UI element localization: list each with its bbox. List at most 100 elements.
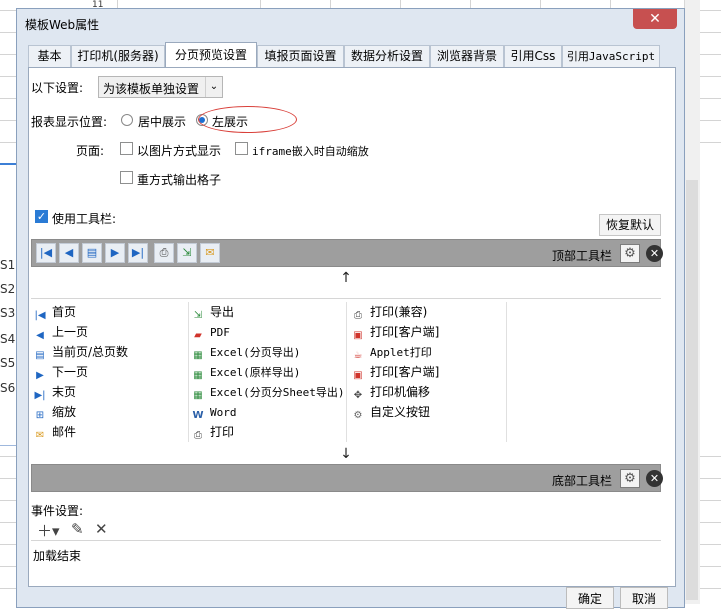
tab-paging-preview[interactable]: 分页预览设置 (165, 42, 257, 68)
first-page-icon: |◀ (34, 310, 46, 321)
list-item[interactable]: ⇲ 导出 (189, 302, 347, 322)
list-item[interactable]: ⎙ 打印 (189, 422, 347, 442)
page-count-icon[interactable]: ▤ (82, 243, 102, 263)
iframe-autoscale-checkbox[interactable] (235, 142, 248, 155)
excel-icon: ▦ (193, 390, 203, 401)
list-item[interactable]: ▤ 当前页/总页数 (31, 342, 189, 362)
events-label: 事件设置: (31, 504, 84, 518)
excel-icon: ▦ (193, 370, 203, 381)
list-item[interactable]: ▶ 下一页 (31, 362, 189, 382)
use-toolbar-checkbox[interactable]: ✓ (35, 210, 48, 223)
print-client-icon: ▣ (353, 370, 363, 381)
use-toolbar-label: 使用工具栏: (52, 212, 117, 226)
gear-icon: ⚙ (353, 410, 363, 421)
row-label: S3 (0, 306, 16, 320)
last-page-icon: ▶| (34, 390, 46, 401)
dialog-title: 模板Web属性 (25, 18, 100, 32)
close-icon[interactable]: ✕ (646, 245, 663, 262)
radio-center[interactable] (121, 114, 133, 126)
tab-data-analysis[interactable]: 数据分析设置 (344, 45, 430, 68)
applet-icon: ☕ (353, 350, 363, 361)
list-item[interactable]: ▦ Excel(原样导出) (189, 362, 347, 382)
list-item[interactable]: |◀ 首页 (31, 302, 189, 322)
list-item[interactable]: ☕ Applet打印 (349, 342, 507, 362)
add-event-button[interactable]: ＋▾ (37, 520, 60, 541)
next-page-icon: ▶ (36, 370, 44, 381)
pdf-icon: ▰ (194, 330, 202, 341)
background-scrollbar-thumb[interactable] (686, 180, 698, 600)
list-item[interactable]: ⎙ 打印(兼容) (349, 302, 507, 322)
print-icon: ⎙ (354, 310, 362, 321)
web-properties-dialog: 模板Web属性 ✕ 基本 打印机(服务器) 分页预览设置 填报页面设置 数据分析… (16, 8, 685, 609)
export-icon[interactable]: ⇲ (177, 243, 197, 263)
excel-icon: ▦ (193, 350, 203, 361)
list-item[interactable]: ⚙ 自定义按钮 (349, 402, 507, 422)
show-as-image-checkbox[interactable] (120, 142, 133, 155)
output-grid-checkbox[interactable] (120, 171, 133, 184)
edit-icon[interactable]: ✎ (71, 520, 84, 538)
list-item[interactable]: ▣ 打印[客户端] (349, 322, 507, 342)
list-item[interactable]: ▰ PDF (189, 322, 347, 342)
list-item[interactable]: ▣ 打印[客户端] (349, 362, 507, 382)
paging-preview-panel: 以下设置: 为该模板单独设置 ⌄ 报表显示位置: 居中展示 左展示 页面: 以图… (28, 67, 676, 587)
list-item[interactable]: ▦ Excel(分页分Sheet导出) (189, 382, 347, 402)
bottom-toolbar-bar: 底部工具栏 ⚙ ✕ (31, 464, 663, 492)
list-item[interactable]: ⊞ 缩放 (31, 402, 189, 422)
cancel-button[interactable]: 取消 (620, 587, 668, 609)
page-count-icon: ▤ (35, 350, 45, 361)
tab-fill-page[interactable]: 填报页面设置 (257, 45, 344, 68)
event-item[interactable]: 加载结束 (33, 547, 81, 564)
tab-browser-background[interactable]: 浏览器背景 (430, 45, 504, 68)
page-label: 页面: (76, 144, 105, 158)
iframe-autoscale-label[interactable]: iframe嵌入时自动缩放 (252, 143, 369, 159)
list-item[interactable]: ✥ 打印机偏移 (349, 382, 507, 402)
tab-javascript[interactable]: 引用JavaScript (562, 45, 660, 68)
row-label: S2 (0, 282, 16, 296)
position-label: 报表显示位置: (31, 115, 108, 129)
last-page-icon[interactable]: ▶| (128, 243, 148, 263)
top-toolbar-label: 顶部工具栏 (552, 249, 613, 263)
chevron-down-icon: ⌄ (205, 77, 222, 97)
move-icon: ✥ (353, 390, 363, 401)
word-icon: W (192, 410, 204, 421)
tab-printer-server[interactable]: 打印机(服务器) (71, 45, 165, 68)
event-list: 加载结束 (31, 540, 661, 580)
print-icon[interactable]: ⎙ (154, 243, 174, 263)
print-client-icon: ▣ (353, 330, 363, 341)
prev-page-icon[interactable]: ◀ (59, 243, 79, 263)
prev-page-icon: ◀ (36, 330, 44, 341)
output-grid-label[interactable]: 重方式输出格子 (137, 171, 221, 188)
ok-button[interactable]: 确定 (566, 587, 614, 609)
gear-icon[interactable]: ⚙ (620, 469, 640, 488)
row-label: S1 (0, 258, 16, 272)
list-item[interactable]: ◀ 上一页 (31, 322, 189, 342)
tab-basic[interactable]: 基本 (28, 45, 71, 68)
highlight-annotation (198, 106, 297, 133)
top-toolbar-bar: |◀ ◀ ▤ ▶ ▶| ⎙ ⇲ ✉ 顶部工具栏 ⚙ ✕ (31, 239, 663, 267)
next-page-icon[interactable]: ▶ (105, 243, 125, 263)
email-icon: ✉ (35, 430, 45, 441)
tab-css[interactable]: 引用Css (504, 45, 562, 68)
close-icon[interactable]: ✕ (646, 470, 663, 487)
print-icon: ⎙ (194, 430, 202, 441)
dialog-titlebar[interactable]: 模板Web属性 ✕ (17, 9, 684, 39)
bottom-toolbar-label: 底部工具栏 (552, 474, 613, 488)
first-page-icon[interactable]: |◀ (36, 243, 56, 263)
close-button[interactable]: ✕ (633, 9, 677, 29)
list-item (349, 422, 507, 442)
scope-select-value: 为该模板单独设置 (103, 82, 200, 96)
scope-select[interactable]: 为该模板单独设置 ⌄ (98, 76, 223, 98)
gear-icon[interactable]: ⚙ (620, 244, 640, 263)
delete-icon[interactable]: ✕ (95, 520, 108, 538)
row-label: S5 (0, 356, 16, 370)
list-item[interactable]: ▦ Excel(分页导出) (189, 342, 347, 362)
list-item[interactable]: ✉ 邮件 (31, 422, 189, 442)
list-item[interactable]: ▶| 末页 (31, 382, 189, 402)
list-item[interactable]: W Word (189, 402, 347, 422)
move-down-icon[interactable]: ↓ (31, 444, 661, 464)
restore-default-button[interactable]: 恢复默认 (599, 214, 661, 236)
email-icon[interactable]: ✉ (200, 243, 220, 263)
show-as-image-label[interactable]: 以图片方式显示 (137, 142, 221, 159)
radio-center-label[interactable]: 居中展示 (138, 113, 186, 130)
move-up-icon[interactable]: ↑ (31, 268, 661, 288)
